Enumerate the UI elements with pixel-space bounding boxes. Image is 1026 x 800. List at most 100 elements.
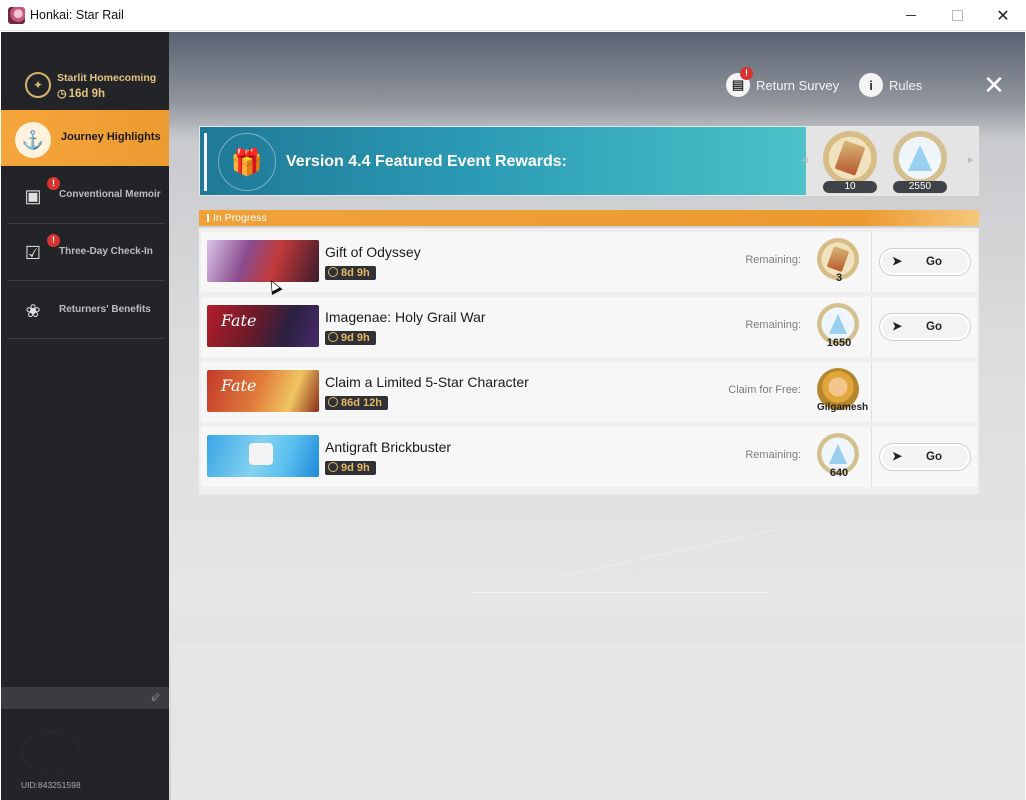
- divider: [871, 362, 872, 422]
- reward-name: Gilgamesh: [817, 402, 869, 413]
- rules-button[interactable]: i Rules: [859, 72, 922, 98]
- arrow-right-icon: ➤: [892, 449, 903, 463]
- gift-icon: 🎁: [218, 133, 276, 191]
- window-close-button[interactable]: ✕: [980, 0, 1026, 31]
- sidebar-item-conventional-memoir[interactable]: ▣ ! Conventional Memoir: [7, 168, 165, 224]
- sidebar-collapse-bar[interactable]: ⇙: [1, 687, 169, 709]
- star-rail-pass-reward[interactable]: 10: [820, 131, 880, 193]
- info-icon: i: [859, 73, 883, 97]
- reward-status-label: Claim for Free:: [728, 384, 801, 396]
- event-thumbnail[interactable]: [207, 240, 319, 282]
- reward-status-label: Remaining:: [745, 319, 801, 331]
- event-timer: 9d 9h: [325, 461, 376, 475]
- return-survey-label: Return Survey: [756, 77, 840, 93]
- sidebar-item-three-day-check-in[interactable]: ☑ ! Three-Day Check-In: [7, 225, 165, 281]
- fate-logo: Fate: [221, 376, 257, 395]
- fate-logo: Fate: [221, 311, 257, 330]
- event-reward[interactable]: 640: [817, 433, 861, 481]
- star-rail-pass-icon: [823, 131, 877, 185]
- event-reward[interactable]: 1650: [817, 303, 861, 351]
- alert-badge: !: [740, 67, 753, 80]
- hands-star-icon: ❀: [25, 301, 41, 321]
- event-row-holy-grail-war: Fate Imagenae: Holy Grail War 9d 9h Rema…: [201, 297, 977, 357]
- divider: [871, 297, 872, 357]
- stellar-jade-icon: [893, 131, 947, 185]
- starlit-homecoming-icon: ✦: [25, 72, 51, 98]
- arrow-right-icon: ➤: [892, 319, 903, 333]
- go-label: Go: [926, 451, 942, 463]
- divider: [871, 427, 872, 487]
- event-row-limited-character: Fate Claim a Limited 5-Star Character 86…: [201, 362, 977, 422]
- event-thumbnail[interactable]: Fate: [207, 305, 319, 347]
- sidebar-item-journey-highlights[interactable]: ⚓ Journey Highlights: [1, 110, 169, 166]
- event-reward[interactable]: 3: [817, 238, 861, 286]
- background-floor: [171, 642, 1025, 800]
- close-icon[interactable]: ✕: [981, 72, 1007, 98]
- event-time-value: 9d 9h: [341, 462, 370, 474]
- event-timer: 8d 9h: [325, 266, 376, 280]
- reward-status-label: Remaining:: [745, 449, 801, 461]
- collapse-arrow-icon: ⇙: [150, 689, 161, 704]
- robot-sprite: [249, 443, 273, 465]
- minimize-button[interactable]: [888, 0, 934, 31]
- event-time-value: 16d 9h: [68, 88, 106, 100]
- reward-status-label: Remaining:: [745, 254, 801, 266]
- memoir-card-icon: ▣: [24, 186, 42, 206]
- sidebar: ✦ Starlit Homecoming ◷ 16d 9h ⚓ Journey H…: [1, 32, 169, 800]
- featured-rewards-banner: 🎁 Version 4.4 Featured Event Rewards: ◂ …: [199, 126, 979, 196]
- clipboard-icon: ▤!: [726, 67, 753, 97]
- event-header: ✦ Starlit Homecoming ◷ 16d 9h: [1, 60, 169, 110]
- event-row-antigraft-brickbuster: Antigraft Brickbuster 9d 9h Remaining: 6…: [201, 427, 977, 487]
- section-marker: [207, 214, 209, 222]
- go-button[interactable]: ➤ Go: [879, 248, 971, 276]
- event-timer: ◷ 16d 9h: [57, 87, 105, 100]
- rules-label: Rules: [889, 77, 923, 93]
- background-decoration: [471, 592, 771, 593]
- arrow-right-icon: ➤: [892, 254, 903, 268]
- sidebar-item-label: Journey Highlights: [61, 131, 161, 143]
- event-timer: 9d 9h: [325, 331, 376, 345]
- go-button[interactable]: ➤ Go: [879, 443, 971, 471]
- divider: [871, 232, 872, 292]
- background-decoration: [563, 529, 779, 576]
- clock-icon: [328, 267, 338, 277]
- next-arrow-icon[interactable]: ▸: [968, 153, 974, 166]
- event-name: Antigraft Brickbuster: [325, 439, 452, 455]
- event-thumbnail[interactable]: Fate: [207, 370, 319, 412]
- event-name: Starlit Homecoming: [57, 72, 157, 84]
- sidebar-item-returners-benefits[interactable]: ❀ Returners' Benefits: [7, 283, 165, 339]
- sidebar-item-label: Returners' Benefits: [59, 304, 151, 315]
- return-survey-button[interactable]: ▤! Return Survey: [726, 67, 840, 98]
- banner-accent: [204, 133, 207, 191]
- clock-icon: [328, 332, 338, 342]
- clock-icon: ◷: [57, 88, 67, 100]
- event-name: Claim a Limited 5-Star Character: [325, 374, 529, 390]
- event-name: Gift of Odyssey: [325, 244, 421, 260]
- event-name: Imagenae: Holy Grail War: [325, 309, 486, 325]
- go-label: Go: [926, 256, 942, 268]
- maximize-button[interactable]: [934, 0, 980, 31]
- section-label: In Progress: [213, 212, 267, 224]
- clock-icon: [328, 397, 338, 407]
- reward-count: 2550: [893, 181, 947, 193]
- banner-title: Version 4.4 Featured Event Rewards:: [286, 153, 567, 170]
- calendar-check-icon: ☑: [24, 243, 42, 263]
- reward-count: 3: [835, 272, 843, 284]
- event-time-value: 8d 9h: [341, 267, 370, 279]
- reward-count: 640: [829, 467, 849, 479]
- spinning-top-icon: ⚓: [15, 122, 51, 158]
- event-timer: 86d 12h: [325, 396, 388, 410]
- go-button[interactable]: ➤ Go: [879, 313, 971, 341]
- event-thumbnail[interactable]: [207, 435, 319, 477]
- game-logo-watermark: [21, 732, 81, 772]
- game-viewport: ✦ Starlit Homecoming ◷ 16d 9h ⚓ Journey H…: [1, 32, 1025, 800]
- stellar-jade-reward[interactable]: 2550: [890, 131, 950, 193]
- app-icon: [8, 7, 25, 24]
- clock-icon: [328, 462, 338, 472]
- go-label: Go: [926, 321, 942, 333]
- event-time-value: 9d 9h: [341, 332, 370, 344]
- prev-arrow-icon[interactable]: ◂: [802, 153, 808, 166]
- event-reward[interactable]: Gilgamesh: [817, 368, 869, 416]
- sidebar-item-label: Conventional Memoir: [59, 189, 161, 200]
- window-title: Honkai: Star Rail: [30, 8, 124, 22]
